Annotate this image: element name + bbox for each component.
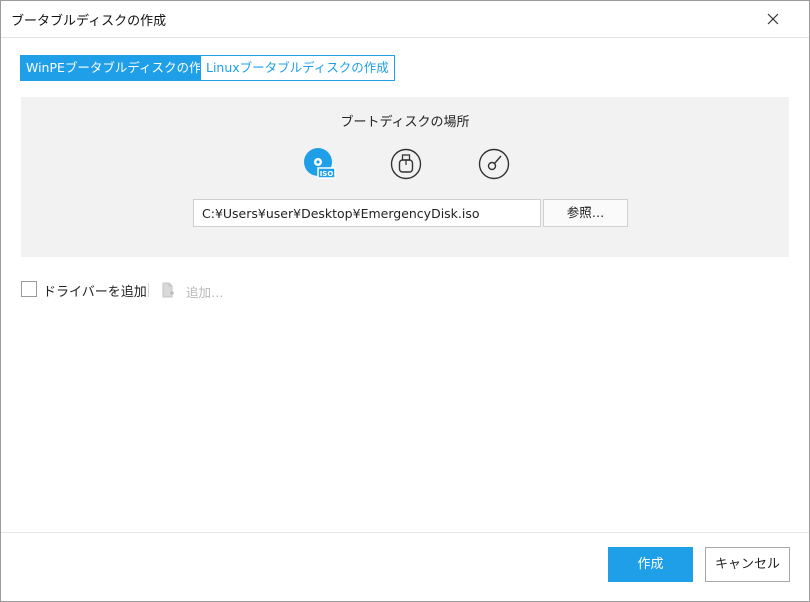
boot-disk-location-panel: ブートディスクの場所 ISO C:¥Users¥user¥Desktop¥Eme… <box>21 97 789 257</box>
add-driver-checkbox[interactable] <box>21 281 37 297</box>
iso-badge-text: ISO <box>320 170 334 178</box>
add-driver-label[interactable]: ドライバーを追加 <box>43 281 147 300</box>
panel-title: ブートディスクの場所 <box>340 115 470 130</box>
close-button[interactable] <box>757 7 789 31</box>
title-bar: ブータブルディスクの作成 <box>1 1 809 38</box>
cd-dvd-icon[interactable] <box>477 147 511 181</box>
divider <box>148 283 149 297</box>
browse-button[interactable]: 参照… <box>543 199 628 227</box>
cancel-button[interactable]: キャンセル <box>705 547 790 582</box>
add-file-icon <box>161 282 175 302</box>
create-bootable-disk-dialog: ブータブルディスクの作成 WinPEブータブルディスクの作成 Linuxブータブ… <box>0 0 810 602</box>
create-button[interactable]: 作成 <box>608 547 693 582</box>
close-icon <box>767 13 779 25</box>
dialog-title: ブータブルディスクの作成 <box>11 14 167 29</box>
footer-divider <box>1 532 809 533</box>
iso-disc-icon[interactable]: ISO <box>303 147 337 181</box>
iso-path-input[interactable] <box>193 199 541 227</box>
tab-linux[interactable]: Linuxブータブルディスクの作成 <box>200 55 395 81</box>
add-driver-button[interactable]: 追加… <box>186 282 224 301</box>
tab-winpe[interactable]: WinPEブータブルディスクの作成 <box>20 55 221 81</box>
usb-drive-icon[interactable] <box>389 147 423 181</box>
